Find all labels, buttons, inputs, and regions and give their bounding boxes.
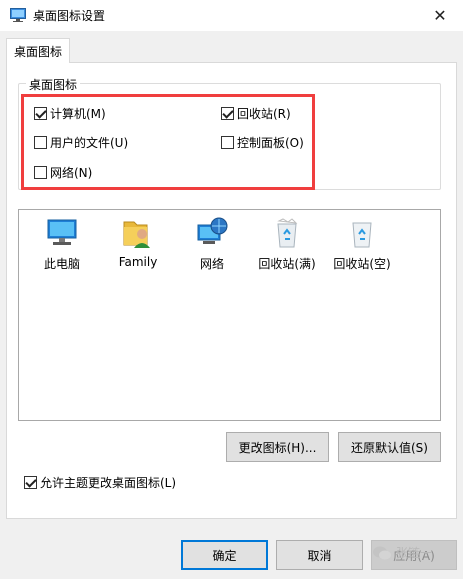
watermark: 张链一 xyxy=(372,544,432,561)
checkbox-box[interactable] xyxy=(34,165,47,179)
button-label: 取消 xyxy=(307,548,332,563)
list-item-recycle-bin-full[interactable]: 回收站(满) xyxy=(252,216,322,272)
checkbox-computer[interactable]: 计算机(M) xyxy=(34,105,106,121)
cancel-button[interactable]: 取消 xyxy=(276,540,363,570)
button-label: 还原默认值(S) xyxy=(351,440,428,455)
checkbox-label: 回收站(R) xyxy=(237,106,291,121)
list-item-recycle-bin-empty[interactable]: 回收站(空) xyxy=(327,216,397,272)
ok-button[interactable]: 确定 xyxy=(181,540,268,570)
checkbox-label: 控制面板(O) xyxy=(237,135,304,150)
button-label: 更改图标(H)... xyxy=(238,440,317,455)
tab-desktop-icons[interactable]: 桌面图标 xyxy=(6,38,70,63)
recycle-bin-empty-icon xyxy=(352,222,372,248)
title-bar: 桌面图标设置 ✕ xyxy=(0,0,463,31)
checkbox-network[interactable]: 网络(N) xyxy=(34,164,92,180)
desktop-settings-icon xyxy=(10,8,26,22)
list-item-network[interactable]: 网络 xyxy=(177,216,247,272)
checkbox-allow-themes[interactable]: 允许主题更改桌面图标(L) xyxy=(24,474,176,490)
checkbox-box[interactable] xyxy=(221,135,234,149)
watermark-text: 张链一 xyxy=(396,546,433,560)
list-item-this-pc[interactable]: 此电脑 xyxy=(27,216,97,272)
checkbox-recycle-bin[interactable]: 回收站(R) xyxy=(221,105,291,121)
list-item-label: 回收站(满) xyxy=(258,257,316,271)
tab-label: 桌面图标 xyxy=(13,44,62,59)
group-legend: 桌面图标 xyxy=(26,76,81,93)
restore-default-button[interactable]: 还原默认值(S) xyxy=(338,432,441,462)
checkbox-label: 计算机(M) xyxy=(50,106,106,121)
checkbox-label: 允许主题更改桌面图标(L) xyxy=(40,475,177,490)
list-item-label: Family xyxy=(118,255,158,269)
checkbox-box[interactable] xyxy=(34,135,47,149)
close-icon: ✕ xyxy=(433,6,447,25)
change-icon-button[interactable]: 更改图标(H)... xyxy=(226,432,329,462)
checkbox-label: 用户的文件(U) xyxy=(50,135,129,150)
close-button[interactable]: ✕ xyxy=(417,0,463,31)
button-label: 确定 xyxy=(212,548,237,563)
list-item-label: 此电脑 xyxy=(43,257,80,271)
window-title: 桌面图标设置 xyxy=(33,9,106,23)
checkbox-box[interactable] xyxy=(24,475,37,489)
checkbox-user-files[interactable]: 用户的文件(U) xyxy=(34,134,128,150)
checkbox-control-panel[interactable]: 控制面板(O) xyxy=(221,134,304,150)
user-folder-icon xyxy=(123,221,150,248)
checkbox-label: 网络(N) xyxy=(50,165,93,180)
wechat-icon xyxy=(373,546,391,559)
list-item-family[interactable]: Family xyxy=(103,216,173,269)
computer-icon xyxy=(47,219,77,245)
list-item-label: 回收站(空) xyxy=(333,257,391,271)
checkbox-box[interactable] xyxy=(34,106,47,120)
checkbox-box[interactable] xyxy=(221,106,234,120)
recycle-bin-full-icon xyxy=(277,218,298,248)
list-item-label: 网络 xyxy=(199,257,224,271)
icon-list[interactable]: 此电脑 Family 网络 回收站(满) 回收站(空) xyxy=(18,209,441,421)
network-icon xyxy=(197,217,228,244)
